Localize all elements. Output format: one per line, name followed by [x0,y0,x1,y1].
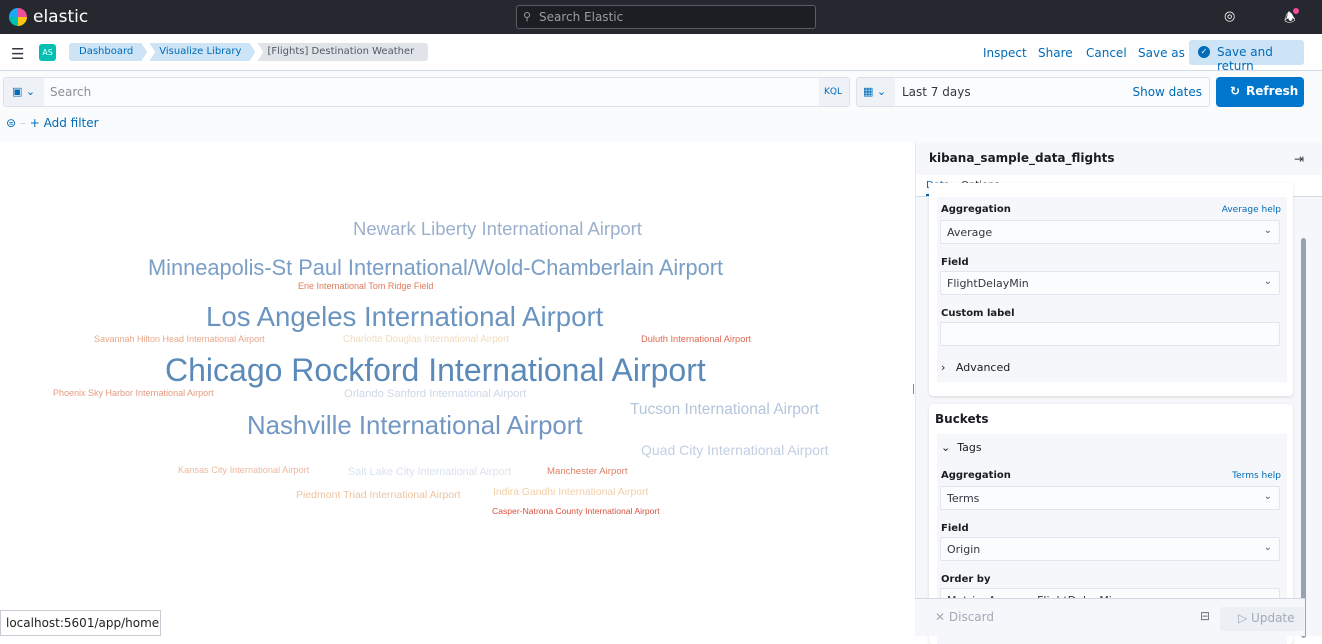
breadcrumb-visualize-library[interactable]: Visualize Library [149,43,255,61]
bucket-field-select[interactable]: Origin ⌄ [940,537,1280,561]
word-cloud-term[interactable]: Charlotte Douglas International Airport [343,334,509,345]
bucket-field-value: Origin [947,543,981,556]
chevron-down-icon: ⌄ [1263,225,1272,236]
query-bar: ▣ ⌄ Search KQL ▦ ⌄ Last 7 days Show date… [0,71,1322,143]
custom-label-input[interactable] [940,322,1280,346]
word-cloud: Newark Liberty International Airport Minn… [0,143,912,636]
tags-label: Tags [957,441,982,454]
space-avatar[interactable]: AS [39,44,56,61]
filter-icon[interactable]: ⊜ [6,116,16,130]
search-placeholder: Search Elastic [539,10,624,24]
word-cloud-term[interactable]: Savannah Hilton Head International Airpo… [94,335,265,344]
global-search-input[interactable]: ⚲ Search Elastic [516,5,816,29]
word-cloud-term[interactable]: Piedmont Triad International Airport [296,490,461,501]
word-cloud-term[interactable]: Orlando Sanford International Airport [344,388,526,400]
collapse-sidebar-icon[interactable]: ⇥ [1294,152,1304,166]
breadcrumb-current: [Flights] Destination Weather [257,43,429,61]
word-cloud-term[interactable]: Salt Lake City International Airport [348,467,511,478]
filter-bar: ⊜ – + Add filter [6,116,99,130]
word-cloud-term[interactable]: Nashville International Airport [247,413,583,440]
query-placeholder: Search [50,85,92,99]
cancel-button[interactable]: Cancel [1086,46,1127,60]
bucket-aggregation-select[interactable]: Terms ⌄ [940,486,1280,510]
aggregation-label: Aggregation [941,204,1011,215]
editor-sidebar: kibana_sample_data_flights ⇥ Data Option… [915,143,1322,644]
chevron-down-icon: ⌄ [1263,276,1272,287]
advanced-label: Advanced [955,361,1011,374]
word-cloud-term[interactable]: Los Angeles International Airport [206,303,603,331]
refresh-button[interactable]: ↻ Refresh [1216,77,1304,107]
elastic-logo-icon [9,8,27,26]
aggregation-select[interactable]: Average ⌄ [940,220,1280,244]
discard-button[interactable]: ✕ Discard [935,610,994,624]
word-cloud-term[interactable]: Erie International Tom Ridge Field [298,282,433,291]
help-icon[interactable]: ◎ [1224,9,1235,24]
advanced-toggle[interactable]: › Advanced [941,361,1010,374]
refresh-label: Refresh [1246,84,1299,98]
inspect-button[interactable]: Inspect [983,46,1027,60]
word-cloud-term[interactable]: Manchester Airport [547,467,628,477]
discard-label: Discard [948,610,994,624]
add-filter-button[interactable]: + Add filter [30,116,99,130]
save-and-return-button[interactable]: ✓ Save and return [1189,40,1304,73]
query-input[interactable]: ▣ ⌄ Search KQL [3,77,850,107]
field-select[interactable]: FlightDelayMin ⌄ [940,271,1280,295]
date-picker[interactable]: ▦ ⌄ Last 7 days Show dates [856,77,1210,107]
update-label: Update [1251,611,1295,625]
word-cloud-term[interactable]: Quad City International Airport [641,443,829,457]
bucket-aggregation-label: Aggregation [941,470,1011,481]
sidebar-footer: ✕ Discard ⊟ ▷ Update [915,598,1305,636]
field-value: FlightDelayMin [947,277,1029,290]
check-icon: ✓ [1198,46,1210,58]
breadcrumb-dashboard[interactable]: Dashboard [69,43,147,61]
word-cloud-term[interactable]: Kansas City International Airport [178,465,309,475]
field-label: Field [941,257,969,268]
bucket-field-label: Field [941,523,969,534]
average-help-link[interactable]: Average help [1222,205,1281,215]
word-cloud-term[interactable]: Duluth International Airport [641,334,751,344]
word-cloud-term[interactable]: Casper-Natrona County International Airp… [492,507,660,516]
order-by-label: Order by [941,574,991,585]
save-as-button[interactable]: Save as [1138,46,1185,60]
date-range[interactable]: Last 7 days [902,85,971,99]
refresh-icon: ↻ [1230,84,1241,98]
tags-toggle[interactable]: ⌄ Tags [941,441,982,454]
terms-help-link[interactable]: Terms help [1232,471,1281,481]
custom-label-label: Custom label [941,308,1015,319]
buckets-title: Buckets [935,412,989,426]
word-cloud-term[interactable]: Tucson International Airport [630,402,819,418]
elastic-logo[interactable]: elastic [9,7,88,27]
sidebar-scrollbar[interactable] [1301,238,1306,638]
auto-apply-icon[interactable]: ⊟ [1200,609,1210,623]
word-cloud-term[interactable]: Indira Gandhi International Airport [493,487,648,498]
update-button[interactable]: ▷ Update [1220,607,1304,631]
save-and-return-label: Save and return [1217,45,1273,73]
index-pattern-title: kibana_sample_data_flights [929,151,1115,165]
show-dates-button[interactable]: Show dates [1132,85,1202,99]
metric-card: Aggregation Average help Average ⌄ Field … [929,183,1293,396]
saved-query-icon[interactable]: ▣ ⌄ [4,78,44,106]
chevron-down-icon: ⌄ [1263,542,1272,553]
kql-toggle[interactable]: KQL [819,78,849,106]
bucket-aggregation-value: Terms [947,492,980,505]
share-button[interactable]: Share [1038,46,1073,60]
calendar-icon[interactable]: ▦ ⌄ [857,78,895,106]
breadcrumb: Dashboard Visualize Library [Flights] De… [69,43,430,61]
top-header: elastic ⚲ Search Elastic ◎ 🕭 [0,0,1322,34]
word-cloud-term[interactable]: Newark Liberty International Airport [353,219,642,239]
search-icon: ⚲ [523,10,532,23]
word-cloud-term[interactable]: Minneapolis-St Paul International/Wold-C… [148,257,723,279]
notification-dot [1293,8,1299,14]
word-cloud-term[interactable]: Chicago Rockford International Airport [165,354,706,386]
chevron-down-icon: ⌄ [1263,491,1272,502]
app-header: ☰ AS Dashboard Visualize Library [Flight… [0,34,1322,73]
word-cloud-term[interactable]: Phoenix Sky Harbor International Airport [53,389,214,398]
menu-icon[interactable]: ☰ [11,45,24,63]
brand-name: elastic [33,7,89,27]
aggregation-value: Average [947,226,993,239]
status-bar-url: localhost:5601/app/home [0,610,161,636]
